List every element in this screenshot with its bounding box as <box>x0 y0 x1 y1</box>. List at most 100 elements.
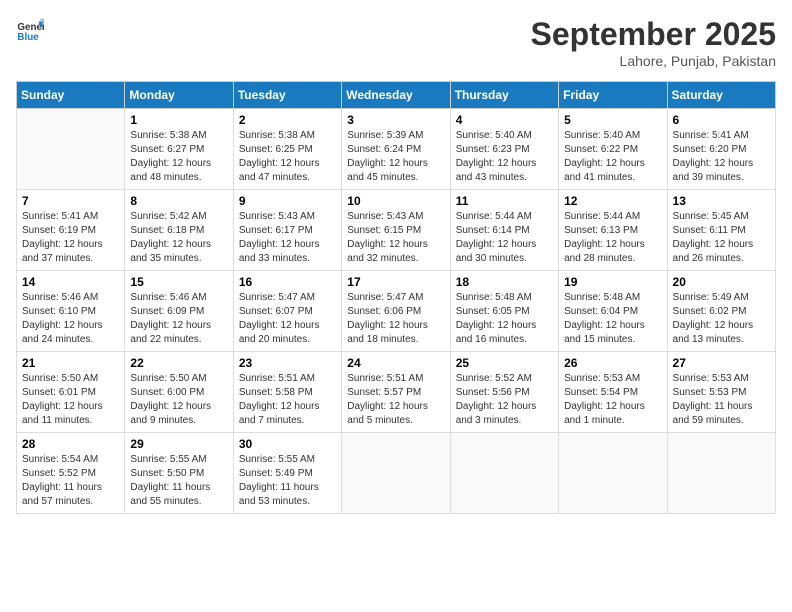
page-header: General Blue September 2025 Lahore, Punj… <box>16 16 776 69</box>
day-of-week-header: Tuesday <box>233 82 341 109</box>
calendar-cell: 27 Sunrise: 5:53 AMSunset: 5:53 PMDayligh… <box>667 352 775 433</box>
day-number: 28 <box>22 437 119 451</box>
calendar-cell: 11Sunrise: 5:44 AMSunset: 6:14 PMDayligh… <box>450 190 558 271</box>
calendar-week-row: 7 Sunrise: 5:41 AMSunset: 6:19 PMDaylight… <box>17 190 776 271</box>
day-of-week-header: Friday <box>559 82 667 109</box>
day-info: Sunrise: 5:54 AMSunset: 5:52 PMDaylight:… <box>22 453 119 509</box>
calendar-cell: 22Sunrise: 5:50 AMSunset: 6:00 PMDayligh… <box>125 352 233 433</box>
calendar-cell: 17Sunrise: 5:47 AMSunset: 6:06 PMDayligh… <box>342 271 450 352</box>
day-number: 2 <box>239 113 336 127</box>
day-number: 13 <box>673 194 770 208</box>
day-of-week-header: Sunday <box>17 82 125 109</box>
calendar-cell: 23 Sunrise: 5:51 AMSunset: 5:58 PMDayligh… <box>233 352 341 433</box>
day-number: 20 <box>673 275 770 289</box>
calendar-body: 1 Sunrise: 5:38 AMSunset: 6:27 PMDaylight… <box>17 109 776 514</box>
day-of-week-header: Thursday <box>450 82 558 109</box>
day-number: 9 <box>239 194 336 208</box>
calendar-cell: 26 Sunrise: 5:53 AMSunset: 5:54 PMDayligh… <box>559 352 667 433</box>
calendar-cell: 15 Sunrise: 5:46 AMSunset: 6:09 PMDayligh… <box>125 271 233 352</box>
calendar-cell: 14Sunrise: 5:46 AMSunset: 6:10 PMDayligh… <box>17 271 125 352</box>
day-number: 7 <box>22 194 119 208</box>
calendar-cell: 2 Sunrise: 5:38 AMSunset: 6:25 PMDaylight… <box>233 109 341 190</box>
logo: General Blue <box>16 16 44 44</box>
calendar-week-row: 1 Sunrise: 5:38 AMSunset: 6:27 PMDaylight… <box>17 109 776 190</box>
day-info: Sunrise: 5:48 AMSunset: 6:05 PMDaylight:… <box>456 291 553 347</box>
day-info: Sunrise: 5:42 AMSunset: 6:18 PMDaylight:… <box>130 210 227 266</box>
title-block: September 2025 Lahore, Punjab, Pakistan <box>531 16 776 69</box>
day-number: 25 <box>456 356 553 370</box>
calendar-cell: 5Sunrise: 5:40 AMSunset: 6:22 PMDaylight… <box>559 109 667 190</box>
calendar-cell: 13 Sunrise: 5:45 AMSunset: 6:11 PMDayligh… <box>667 190 775 271</box>
day-info: Sunrise: 5:43 AMSunset: 6:15 PMDaylight:… <box>347 210 444 266</box>
day-info: Sunrise: 5:50 AMSunset: 6:00 PMDaylight:… <box>130 372 227 428</box>
calendar-cell: 19 Sunrise: 5:48 AMSunset: 6:04 PMDayligh… <box>559 271 667 352</box>
day-info: Sunrise: 5:45 AMSunset: 6:11 PMDaylight:… <box>673 210 770 266</box>
day-info: Sunrise: 5:53 AMSunset: 5:54 PMDaylight:… <box>564 372 661 428</box>
day-number: 15 <box>130 275 227 289</box>
day-info: Sunrise: 5:40 AMSunset: 6:23 PMDaylight:… <box>456 129 553 185</box>
day-info: Sunrise: 5:51 AMSunset: 5:57 PMDaylight:… <box>347 372 444 428</box>
day-number: 19 <box>564 275 661 289</box>
day-number: 11 <box>456 194 553 208</box>
calendar-cell: 6Sunrise: 5:41 AMSunset: 6:20 PMDaylight… <box>667 109 775 190</box>
day-number: 16 <box>239 275 336 289</box>
day-info: Sunrise: 5:52 AMSunset: 5:56 PMDaylight:… <box>456 372 553 428</box>
calendar-header-row: SundayMondayTuesdayWednesdayThursdayFrid… <box>17 82 776 109</box>
day-info: Sunrise: 5:51 AMSunset: 5:58 PMDaylight:… <box>239 372 336 428</box>
day-info: Sunrise: 5:47 AMSunset: 6:06 PMDaylight:… <box>347 291 444 347</box>
day-info: Sunrise: 5:41 AMSunset: 6:19 PMDaylight:… <box>22 210 119 266</box>
calendar-week-row: 28 Sunrise: 5:54 AMSunset: 5:52 PMDayligh… <box>17 433 776 514</box>
calendar-cell: 30 Sunrise: 5:55 AMSunset: 5:49 PMDayligh… <box>233 433 341 514</box>
calendar-cell <box>559 433 667 514</box>
calendar-cell: 10 Sunrise: 5:43 AMSunset: 6:15 PMDayligh… <box>342 190 450 271</box>
day-info: Sunrise: 5:47 AMSunset: 6:07 PMDaylight:… <box>239 291 336 347</box>
calendar-cell <box>342 433 450 514</box>
day-info: Sunrise: 5:55 AMSunset: 5:50 PMDaylight:… <box>130 453 227 509</box>
day-info: Sunrise: 5:44 AMSunset: 6:13 PMDaylight:… <box>564 210 661 266</box>
day-info: Sunrise: 5:50 AMSunset: 6:01 PMDaylight:… <box>22 372 119 428</box>
day-number: 8 <box>130 194 227 208</box>
calendar-cell: 4 Sunrise: 5:40 AMSunset: 6:23 PMDaylight… <box>450 109 558 190</box>
calendar-cell <box>450 433 558 514</box>
calendar-cell: 1 Sunrise: 5:38 AMSunset: 6:27 PMDaylight… <box>125 109 233 190</box>
day-info: Sunrise: 5:55 AMSunset: 5:49 PMDaylight:… <box>239 453 336 509</box>
day-number: 23 <box>239 356 336 370</box>
day-info: Sunrise: 5:43 AMSunset: 6:17 PMDaylight:… <box>239 210 336 266</box>
day-number: 12 <box>564 194 661 208</box>
day-number: 27 <box>673 356 770 370</box>
day-info: Sunrise: 5:48 AMSunset: 6:04 PMDaylight:… <box>564 291 661 347</box>
calendar-cell: 3 Sunrise: 5:39 AMSunset: 6:24 PMDaylight… <box>342 109 450 190</box>
day-number: 3 <box>347 113 444 127</box>
day-number: 4 <box>456 113 553 127</box>
day-info: Sunrise: 5:46 AMSunset: 6:10 PMDaylight:… <box>22 291 119 347</box>
day-number: 1 <box>130 113 227 127</box>
day-info: Sunrise: 5:38 AMSunset: 6:25 PMDaylight:… <box>239 129 336 185</box>
calendar-cell: 24Sunrise: 5:51 AMSunset: 5:57 PMDayligh… <box>342 352 450 433</box>
day-info: Sunrise: 5:53 AMSunset: 5:53 PMDaylight:… <box>673 372 770 428</box>
calendar-table: SundayMondayTuesdayWednesdayThursdayFrid… <box>16 81 776 514</box>
logo-icon: General Blue <box>16 16 44 44</box>
day-info: Sunrise: 5:41 AMSunset: 6:20 PMDaylight:… <box>673 129 770 185</box>
calendar-cell: 9 Sunrise: 5:43 AMSunset: 6:17 PMDaylight… <box>233 190 341 271</box>
calendar-week-row: 14Sunrise: 5:46 AMSunset: 6:10 PMDayligh… <box>17 271 776 352</box>
calendar-cell: 25 Sunrise: 5:52 AMSunset: 5:56 PMDayligh… <box>450 352 558 433</box>
month-title: September 2025 <box>531 16 776 53</box>
day-number: 30 <box>239 437 336 451</box>
day-number: 18 <box>456 275 553 289</box>
day-info: Sunrise: 5:38 AMSunset: 6:27 PMDaylight:… <box>130 129 227 185</box>
day-info: Sunrise: 5:49 AMSunset: 6:02 PMDaylight:… <box>673 291 770 347</box>
day-info: Sunrise: 5:46 AMSunset: 6:09 PMDaylight:… <box>130 291 227 347</box>
location: Lahore, Punjab, Pakistan <box>531 53 776 69</box>
day-of-week-header: Saturday <box>667 82 775 109</box>
day-number: 29 <box>130 437 227 451</box>
calendar-cell <box>17 109 125 190</box>
calendar-cell: 16 Sunrise: 5:47 AMSunset: 6:07 PMDayligh… <box>233 271 341 352</box>
day-info: Sunrise: 5:39 AMSunset: 6:24 PMDaylight:… <box>347 129 444 185</box>
day-number: 26 <box>564 356 661 370</box>
day-number: 5 <box>564 113 661 127</box>
calendar-cell: 28 Sunrise: 5:54 AMSunset: 5:52 PMDayligh… <box>17 433 125 514</box>
calendar-cell: 20 Sunrise: 5:49 AMSunset: 6:02 PMDayligh… <box>667 271 775 352</box>
day-number: 21 <box>22 356 119 370</box>
calendar-cell: 8 Sunrise: 5:42 AMSunset: 6:18 PMDaylight… <box>125 190 233 271</box>
day-number: 10 <box>347 194 444 208</box>
